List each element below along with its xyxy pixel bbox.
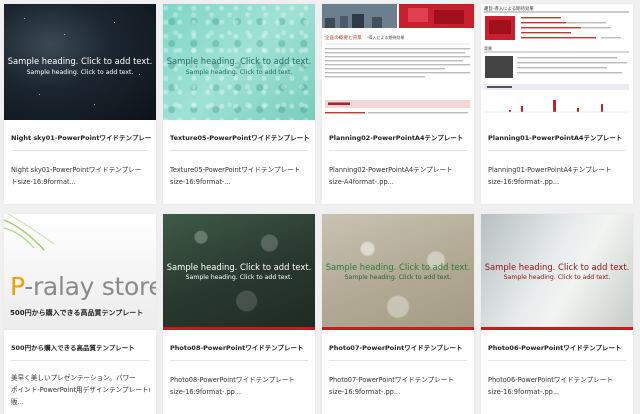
card-title[interactable]: 500円から購入できる高品質テンプレート (11, 342, 151, 352)
card-divider (11, 150, 149, 151)
logo-store: store (101, 272, 156, 301)
card-title[interactable]: Night sky01-PowerPointワイドテンプレー (11, 132, 151, 142)
card-title[interactable]: Photo07-PowerPointワイドテンプレート (329, 342, 469, 352)
card-description: Photo08-PowerPointワイドテンプレート size-16:9for… (170, 374, 309, 398)
leaf-decoration (4, 214, 55, 251)
thumb-subheading: Sample heading. Click to add text. (185, 274, 293, 281)
desc-line: Photo07-PowerPointワイドテンプレート (329, 376, 455, 384)
card-divider (329, 150, 467, 151)
card-title[interactable]: Photo08-PowerPointワイドテンプレート (170, 342, 310, 352)
template-card-planning02[interactable]: 企画の概要と背景 -導入による期待効果 Planning02-PowerPoin… (322, 4, 474, 204)
accent-bar (163, 327, 315, 330)
thumbnail-night-sky[interactable]: Sample heading. Click to add text. Sampl… (4, 4, 156, 120)
desc-line: Photo08-PowerPointワイドテンプレート (170, 376, 296, 384)
desc-line: トsize-16:9format... (11, 178, 76, 186)
thumbnail-planning02[interactable]: 企画の概要と背景 -導入による期待効果 (322, 4, 474, 120)
desc-line: size-16:9format-.pp... (488, 178, 560, 186)
document-preview: 企画の概要と背景 -導入による期待効果 (322, 4, 474, 114)
desc-line: size-16:9format-.pp... (488, 388, 560, 396)
card-title[interactable]: Texture05-PowerPointワイドテンプレート (170, 132, 310, 142)
card-title[interactable]: Planning02-PowerPointA4テンプレート (329, 132, 469, 142)
desc-line: Texture05-PowerPointワイドテンプレート (170, 166, 301, 174)
card-description: Photo07-PowerPointワイドテンプレート size-16:9for… (329, 374, 468, 398)
desc-line: Planning01-PowerPointA4テンプレート (488, 166, 612, 174)
card-description: 美早く美しいプレゼンテーション。パワー ポイント-PowerPoint用デザイン… (11, 372, 150, 408)
template-grid: Sample heading. Click to add text. Sampl… (0, 0, 640, 414)
thumb-heading: Sample heading. Click to add text. (166, 56, 312, 66)
card-description: Photo06-PowerPointワイドテンプレート size-16:9for… (488, 374, 627, 398)
doc-title: 趣旨-導入による期待効果 (484, 5, 534, 12)
card-divider (488, 360, 626, 361)
desc-line: ポイント-PowerPoint用デザインテンプレートの (11, 386, 150, 394)
desc-line: size-16:9format-... (170, 178, 231, 186)
store-logo: P-ralay store (10, 272, 156, 301)
thumbnail-planning01[interactable]: 趣旨-導入による期待効果 背景 (481, 4, 633, 120)
card-divider (11, 360, 149, 361)
template-card-planning01[interactable]: 趣旨-導入による期待効果 背景 Planning01-PowerPointA4テ… (481, 4, 633, 204)
card-title[interactable]: Photo06-PowerPointワイドテンプレート (488, 342, 628, 352)
accent-bar (322, 327, 474, 330)
thumb-heading: Sample heading. Click to add text. (7, 56, 153, 66)
template-card-photo06[interactable]: Sample heading. Click to add text. Sampl… (481, 214, 633, 414)
thumb-subheading: Sample heading. Click to add text. (344, 274, 452, 281)
template-card-photo07[interactable]: Sample heading. Click to add text. Sampl… (322, 214, 474, 414)
card-divider (170, 360, 308, 361)
thumb-heading: Sample heading. Click to add text. (325, 262, 471, 272)
card-description: Night sky01-PowerPointワイドテンプレー トsize-16:… (11, 164, 150, 188)
template-card-pralay-store[interactable]: P-ralay store 500円から購入できる高品質テンプレート 500円か… (4, 214, 156, 414)
template-card-night-sky01[interactable]: Sample heading. Click to add text. Sampl… (4, 4, 156, 204)
card-description: Planning01-PowerPointA4テンプレート size-16:9f… (488, 164, 627, 188)
desc-line: size-16:9format-.pp... (329, 388, 401, 396)
thumb-subheading: Sample heading. Click to add text. (503, 274, 611, 281)
desc-line: Photo06-PowerPointワイドテンプレート (488, 376, 614, 384)
doc-section-label: 背景 (484, 45, 492, 51)
logo-word: -ralay (24, 272, 95, 301)
thumb-subheading: Sample heading. Click to add text. (185, 69, 293, 76)
doc-title: 企画の概要と背景 (325, 34, 362, 41)
thumb-heading: Sample heading. Click to add text. (166, 262, 312, 272)
doc-subtitle: -導入による期待効果 (367, 34, 404, 40)
card-description: Texture05-PowerPointワイドテンプレート size-16:9f… (170, 164, 309, 188)
store-tagline: 500円から購入できる高品質テンプレート (10, 309, 144, 317)
card-description: Planning02-PowerPointA4テンプレート size-A4for… (329, 164, 468, 188)
thumb-heading: Sample heading. Click to add text. (484, 262, 630, 272)
template-card-texture05[interactable]: Sample heading. Click to add text. Sampl… (163, 4, 315, 204)
card-divider (488, 150, 626, 151)
thumbnail-photo06[interactable]: Sample heading. Click to add text. Sampl… (481, 214, 633, 330)
thumbnail-texture[interactable]: Sample heading. Click to add text. Sampl… (163, 4, 315, 120)
card-divider (170, 150, 308, 151)
card-divider (329, 360, 467, 361)
document-preview: 趣旨-導入による期待効果 背景 (484, 5, 629, 113)
desc-line: 販... (11, 398, 24, 406)
desc-line: Night sky01-PowerPointワイドテンプレー (11, 166, 142, 174)
logo-letter: P (10, 272, 25, 301)
template-card-photo08[interactable]: Sample heading. Click to add text. Sampl… (163, 214, 315, 414)
desc-line: size-16:9format-.pp... (170, 388, 242, 396)
thumbnail-photo08[interactable]: Sample heading. Click to add text. Sampl… (163, 214, 315, 330)
accent-bar (481, 327, 633, 330)
thumbnail-photo07[interactable]: Sample heading. Click to add text. Sampl… (322, 214, 474, 330)
thumbnail-store-banner[interactable]: P-ralay store 500円から購入できる高品質テンプレート (4, 214, 156, 330)
desc-line: Planning02-PowerPointA4テンプレート (329, 166, 453, 174)
card-title[interactable]: Planning01-PowerPointA4テンプレート (488, 132, 628, 142)
desc-line: size-A4format-.pp... (329, 178, 394, 186)
thumb-subheading: Sample heading. Click to add text. (26, 69, 134, 76)
desc-line: 美早く美しいプレゼンテーション。パワー (11, 374, 136, 382)
